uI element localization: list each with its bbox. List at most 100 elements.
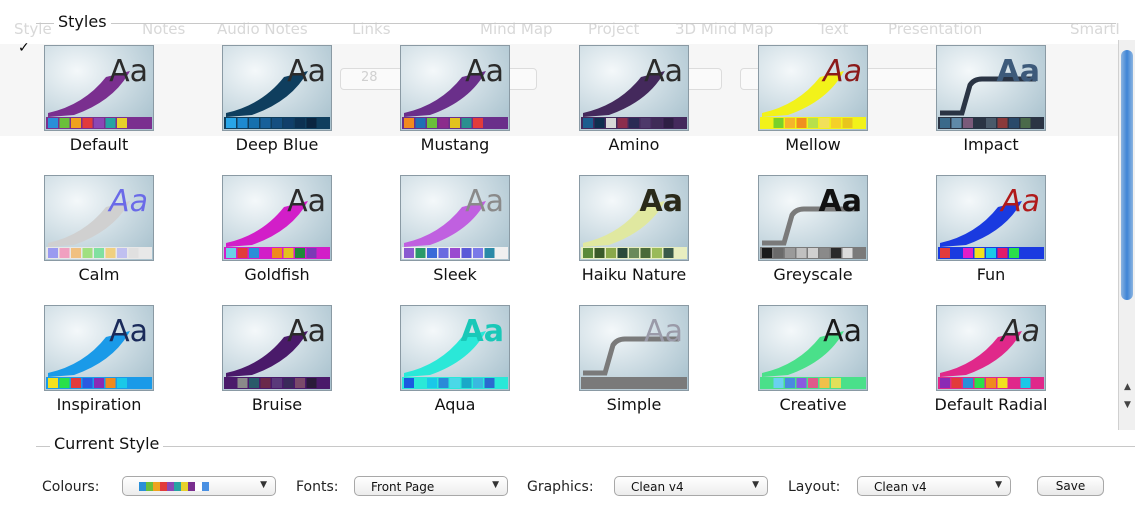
svg-text:Aa: Aa xyxy=(644,314,683,349)
style-thumbnail[interactable]: Aa xyxy=(44,175,154,261)
colour-swatch xyxy=(153,482,160,491)
current-style-title: Current Style xyxy=(50,434,164,453)
style-preview-image: Aa xyxy=(222,45,332,131)
style-name-label[interactable]: Goldfish xyxy=(192,265,362,284)
style-preview-image: Aa xyxy=(44,305,154,391)
svg-text:Aa: Aa xyxy=(821,54,862,89)
style-name-label[interactable]: Mustang xyxy=(370,135,540,154)
style-name-label[interactable]: Greyscale xyxy=(728,265,898,284)
style-thumbnail[interactable]: Aa xyxy=(758,175,868,261)
style-name-label[interactable]: Calm xyxy=(14,265,184,284)
style-preview-image: Aa xyxy=(936,305,1046,391)
colour-swatch xyxy=(167,482,174,491)
style-preview-image: Aa xyxy=(222,305,332,391)
vertical-scrollbar[interactable]: ▲ ▼ xyxy=(1118,40,1135,430)
style-preview-image: Aa xyxy=(44,175,154,261)
style-thumbnail[interactable]: Aa xyxy=(936,305,1046,391)
svg-text:Aa: Aa xyxy=(644,54,683,89)
colour-swatch xyxy=(195,482,202,491)
chevron-down-icon: ▼ xyxy=(492,480,499,490)
style-preview-image: Aa xyxy=(579,305,689,391)
scrollbar-thumb[interactable] xyxy=(1121,50,1133,300)
save-button[interactable]: Save xyxy=(1037,476,1104,496)
style-preview-image: Aa xyxy=(400,305,510,391)
style-name-label[interactable]: Sleek xyxy=(370,265,540,284)
layout-dropdown[interactable]: Clean v4 ▼ xyxy=(857,476,1011,496)
svg-text:Aa: Aa xyxy=(640,184,683,219)
style-name-label[interactable]: Aqua xyxy=(370,395,540,414)
style-preview-image: Aa xyxy=(758,45,868,131)
colour-swatch xyxy=(174,482,181,491)
style-thumbnail[interactable]: Aa xyxy=(758,305,868,391)
background-tab-bar: Style Notes Audio Notes Links Mind Map Projec… xyxy=(0,0,1135,44)
style-name-label[interactable]: Deep Blue xyxy=(192,135,362,154)
style-thumbnail[interactable]: Aa xyxy=(579,305,689,391)
colour-swatch xyxy=(188,482,195,491)
svg-text:Aa: Aa xyxy=(465,54,504,89)
colour-swatch xyxy=(202,482,209,491)
fonts-label: Fonts: xyxy=(296,479,339,495)
fonts-value: Front Page xyxy=(371,480,435,494)
colours-label: Colours: xyxy=(42,479,100,495)
style-thumbnail[interactable]: Aa xyxy=(222,175,332,261)
style-thumbnail[interactable]: Aa xyxy=(579,175,689,261)
style-thumbnail[interactable]: Aa xyxy=(579,45,689,131)
style-thumbnail[interactable]: Aa xyxy=(758,45,868,131)
style-thumbnail[interactable]: Aa xyxy=(936,175,1046,261)
colour-swatch xyxy=(181,482,188,491)
style-preview-image: Aa xyxy=(579,175,689,261)
style-name-label[interactable]: Bruise xyxy=(192,395,362,414)
style-thumbnail[interactable]: Aa xyxy=(222,305,332,391)
colours-dropdown[interactable]: ▼ xyxy=(122,476,276,496)
style-thumbnail[interactable]: Aa xyxy=(936,45,1046,131)
layout-value: Clean v4 xyxy=(874,480,927,494)
colour-swatch xyxy=(146,482,153,491)
style-preview-image: Aa xyxy=(400,45,510,131)
graphics-dropdown[interactable]: Clean v4 ▼ xyxy=(614,476,768,496)
style-name-label[interactable]: Default xyxy=(14,135,184,154)
style-name-label[interactable]: Default Radial xyxy=(906,395,1076,414)
style-name-label[interactable]: Amino xyxy=(549,135,719,154)
style-thumbnail[interactable]: Aa xyxy=(44,45,154,131)
style-preview-image: Aa xyxy=(758,305,868,391)
svg-text:Aa: Aa xyxy=(287,314,326,349)
svg-text:Aa: Aa xyxy=(997,54,1040,89)
scroll-up-icon[interactable]: ▲ xyxy=(1120,380,1135,394)
svg-text:Aa: Aa xyxy=(461,314,504,349)
current-style-group-border xyxy=(36,446,1135,447)
style-thumbnail[interactable]: Aa xyxy=(400,175,510,261)
graphics-value: Clean v4 xyxy=(631,480,684,494)
style-name-label[interactable]: Impact xyxy=(906,135,1076,154)
style-thumbnail[interactable]: Aa xyxy=(222,45,332,131)
style-preview-image: Aa xyxy=(936,175,1046,261)
colour-swatch xyxy=(139,482,146,491)
graphics-label: Graphics: xyxy=(527,479,594,495)
style-name-label[interactable]: Inspiration xyxy=(14,395,184,414)
style-name-label[interactable]: Simple xyxy=(549,395,719,414)
style-thumbnail[interactable]: Aa xyxy=(400,45,510,131)
style-preview-image: Aa xyxy=(579,45,689,131)
svg-text:Aa: Aa xyxy=(109,54,148,89)
svg-text:Aa: Aa xyxy=(999,184,1040,219)
styles-group-border xyxy=(36,23,1116,24)
svg-text:Aa: Aa xyxy=(107,184,148,219)
style-thumbnail[interactable]: Aa xyxy=(44,305,154,391)
style-preview-image: Aa xyxy=(222,175,332,261)
scroll-down-icon[interactable]: ▼ xyxy=(1120,398,1135,412)
style-name-label[interactable]: Creative xyxy=(728,395,898,414)
colours-swatch-strip xyxy=(139,482,209,491)
style-preview-image: Aa xyxy=(44,45,154,131)
svg-text:Aa: Aa xyxy=(819,184,862,219)
layout-label: Layout: xyxy=(788,479,841,495)
svg-text:Aa: Aa xyxy=(823,314,862,349)
selected-check-mark: ✓ xyxy=(18,40,30,56)
background-font-size-value: 28 xyxy=(361,70,378,85)
style-thumbnail[interactable]: Aa xyxy=(400,305,510,391)
chevron-down-icon: ▼ xyxy=(995,480,1002,490)
fonts-dropdown[interactable]: Front Page ▼ xyxy=(354,476,508,496)
chevron-down-icon: ▼ xyxy=(260,480,267,490)
style-name-label[interactable]: Mellow xyxy=(728,135,898,154)
style-name-label[interactable]: Haiku Nature xyxy=(549,265,719,284)
style-preview-image: Aa xyxy=(936,45,1046,131)
style-name-label[interactable]: Fun xyxy=(906,265,1076,284)
